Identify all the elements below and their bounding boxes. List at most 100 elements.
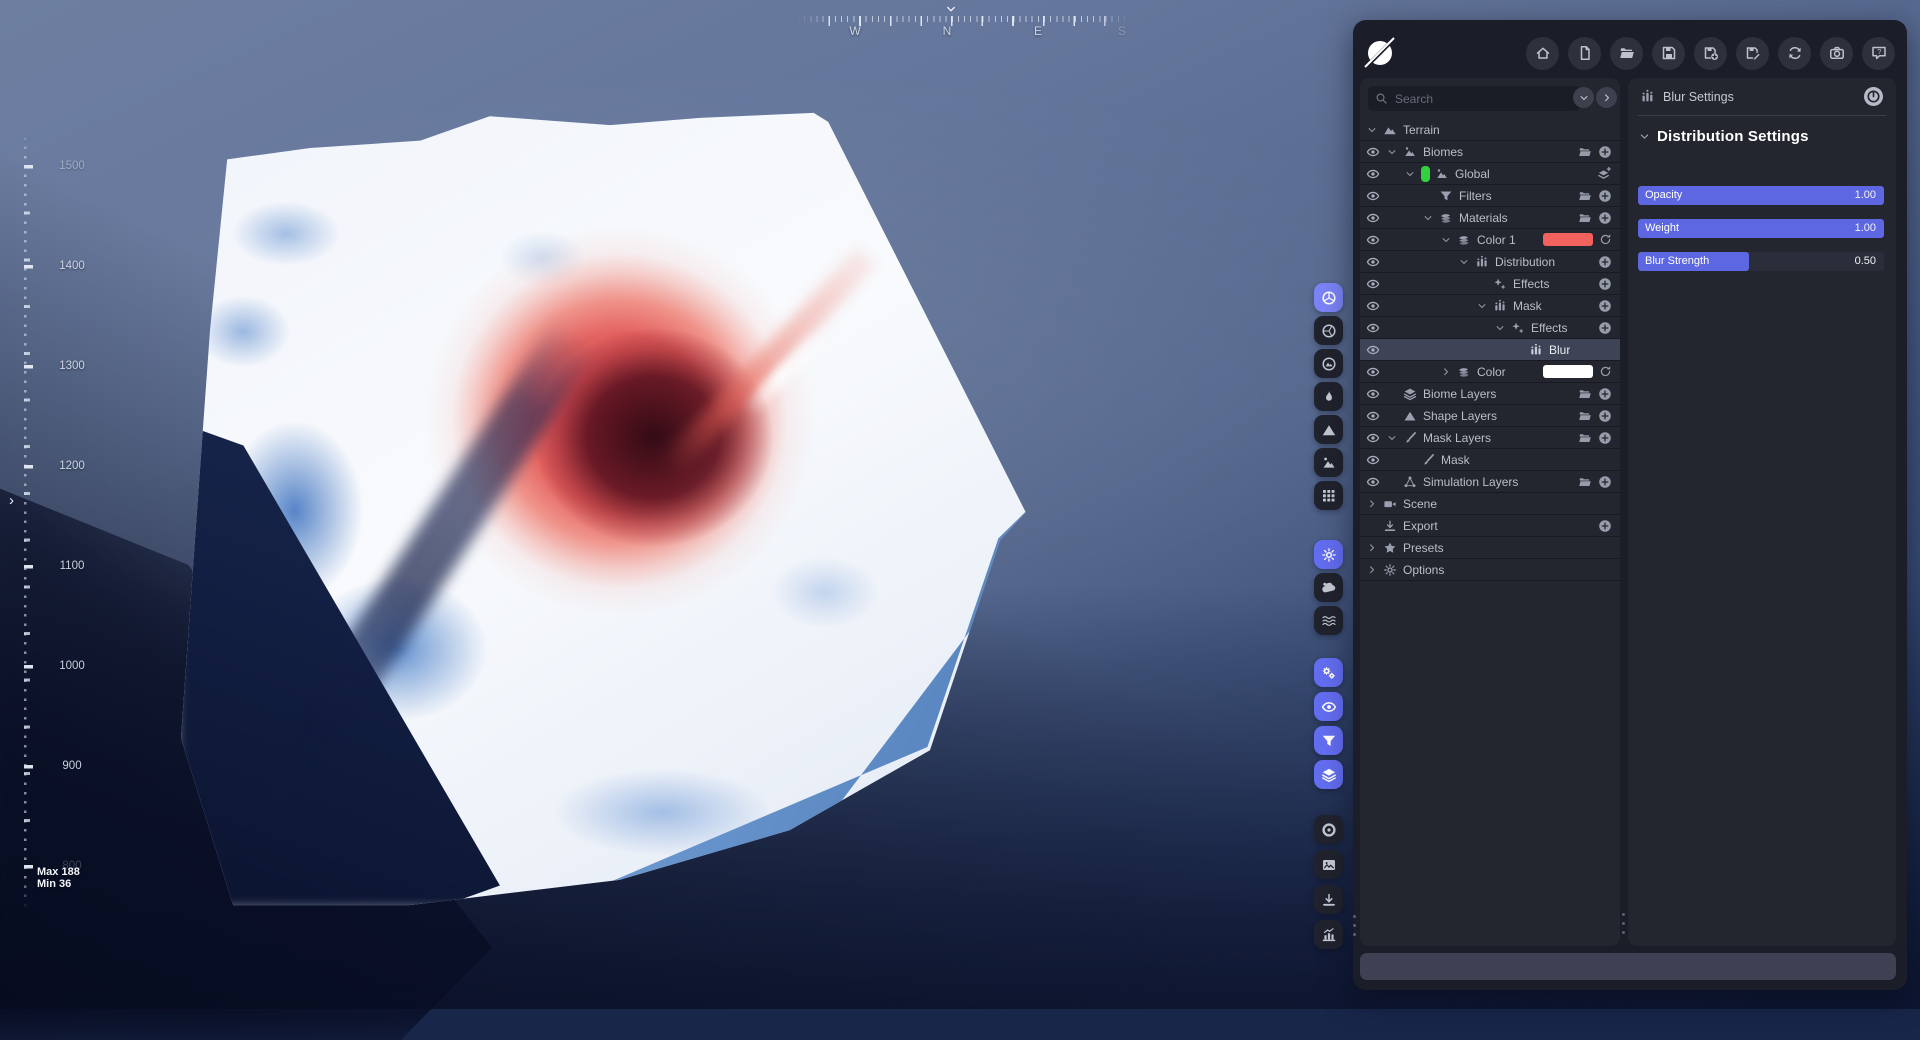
tree-item-scene[interactable]: Scene	[1360, 493, 1620, 515]
add-button[interactable]	[1598, 211, 1612, 225]
visibility-eye-icon[interactable]	[1366, 167, 1386, 181]
left-panel-expand-button[interactable]: ›	[9, 492, 14, 509]
side-tool-image-button[interactable]	[1314, 850, 1343, 879]
chevron-down-icon[interactable]	[1458, 256, 1475, 268]
side-tool-waves-button[interactable]	[1314, 606, 1343, 635]
open-folder-button[interactable]	[1610, 36, 1643, 70]
chevron-down-icon[interactable]	[1404, 168, 1421, 180]
help-button[interactable]: ?	[1862, 36, 1895, 70]
search-box[interactable]	[1368, 86, 1580, 111]
save-edit-button[interactable]	[1736, 36, 1769, 70]
add-button[interactable]	[1598, 255, 1612, 269]
color-swatch[interactable]	[1543, 233, 1593, 246]
add-button[interactable]	[1598, 431, 1612, 445]
visibility-eye-icon[interactable]	[1366, 189, 1386, 203]
folder-icon[interactable]	[1578, 387, 1592, 401]
folder-icon[interactable]	[1578, 409, 1592, 423]
visibility-eye-icon[interactable]	[1366, 277, 1386, 291]
visibility-eye-icon[interactable]	[1366, 321, 1386, 335]
tree-item-materials[interactable]: Materials	[1360, 207, 1620, 229]
side-tool-globe-button[interactable]	[1314, 349, 1343, 378]
save-button[interactable]	[1652, 36, 1685, 70]
save-as-button[interactable]	[1694, 36, 1727, 70]
visibility-eye-icon[interactable]	[1366, 233, 1386, 247]
visibility-eye-icon[interactable]	[1366, 387, 1386, 401]
chevron-down-icon[interactable]	[1440, 234, 1457, 246]
side-tool-layers-button[interactable]	[1314, 760, 1343, 789]
folder-icon[interactable]	[1578, 189, 1592, 203]
visibility-eye-icon[interactable]	[1366, 299, 1386, 313]
side-tool-funnel-button[interactable]	[1314, 726, 1343, 755]
chevron-right-icon[interactable]	[1440, 366, 1457, 378]
power-toggle-button[interactable]	[1863, 86, 1884, 107]
visibility-eye-icon[interactable]	[1366, 475, 1386, 489]
visibility-eye-icon[interactable]	[1366, 343, 1386, 357]
slider-weight[interactable]: Weight 1.00	[1638, 219, 1884, 238]
search-input[interactable]	[1393, 90, 1573, 107]
collapse-all-button[interactable]	[1596, 87, 1617, 108]
tree-item-color-1[interactable]: Color 1	[1360, 229, 1620, 251]
chevron-down-icon[interactable]	[1422, 212, 1439, 224]
side-tool-sphere-button[interactable]	[1314, 316, 1343, 345]
refresh-icon[interactable]	[1599, 233, 1612, 246]
tree-item-biome-layers[interactable]: Biome Layers	[1360, 383, 1620, 405]
add-button[interactable]	[1598, 387, 1612, 401]
side-tool-shape-button[interactable]	[1314, 415, 1343, 444]
add-button[interactable]	[1598, 189, 1612, 203]
visibility-eye-icon[interactable]	[1366, 365, 1386, 379]
subpanel-divider-handle[interactable]	[1622, 913, 1625, 934]
tree-item-export[interactable]: Export	[1360, 515, 1620, 537]
tree-item-filters[interactable]: Filters	[1360, 185, 1620, 207]
visibility-eye-icon[interactable]	[1366, 145, 1386, 159]
tree-item-mask[interactable]: Mask	[1360, 295, 1620, 317]
side-tool-cloud-button[interactable]	[1314, 573, 1343, 602]
side-tool-gears-button[interactable]	[1314, 658, 1343, 687]
side-tool-gear-button[interactable]	[1314, 540, 1343, 569]
slider-opacity[interactable]: Opacity 1.00	[1638, 186, 1884, 205]
layers-add-icon[interactable]	[1597, 166, 1612, 181]
tree-item-mask-layers[interactable]: Mask Layers	[1360, 427, 1620, 449]
side-tool-biome-button[interactable]	[1314, 448, 1343, 477]
tree-item-effects[interactable]: Effects	[1360, 273, 1620, 295]
camera-button[interactable]	[1820, 36, 1853, 70]
side-tool-grid-button[interactable]	[1314, 481, 1343, 510]
folder-icon[interactable]	[1578, 211, 1592, 225]
chevron-down-icon[interactable]	[1494, 322, 1511, 334]
chevron-down-icon[interactable]	[1366, 124, 1383, 136]
folder-icon[interactable]	[1578, 145, 1592, 159]
color-swatch[interactable]	[1543, 365, 1593, 378]
tree-item-simulation-layers[interactable]: Simulation Layers	[1360, 471, 1620, 493]
side-tool-stats-button[interactable]	[1314, 920, 1343, 949]
sync-button[interactable]	[1778, 36, 1811, 70]
slider-blur-strength[interactable]: Blur Strength 0.50	[1638, 252, 1884, 271]
refresh-icon[interactable]	[1599, 365, 1612, 378]
folder-icon[interactable]	[1578, 431, 1592, 445]
chevron-right-icon[interactable]	[1366, 542, 1383, 554]
visibility-eye-icon[interactable]	[1366, 453, 1386, 467]
add-button[interactable]	[1598, 409, 1612, 423]
visibility-eye-icon[interactable]	[1366, 211, 1386, 225]
tree-item-mask[interactable]: Mask	[1360, 449, 1620, 471]
tree-item-presets[interactable]: Presets	[1360, 537, 1620, 559]
add-button[interactable]	[1598, 321, 1612, 335]
side-tool-record-button[interactable]	[1314, 815, 1343, 844]
new-file-button[interactable]	[1568, 36, 1601, 70]
visibility-eye-icon[interactable]	[1366, 409, 1386, 423]
side-tool-flame-button[interactable]	[1314, 382, 1343, 411]
add-button[interactable]	[1598, 145, 1612, 159]
section-header-distribution-settings[interactable]: Distribution Settings	[1638, 128, 1809, 145]
tree-item-global[interactable]: Global	[1360, 163, 1620, 185]
compass-bar[interactable]: WNES	[798, 0, 1130, 46]
side-tool-download-button[interactable]	[1314, 885, 1343, 914]
side-tool-eye-button[interactable]	[1314, 692, 1343, 721]
chevron-down-icon[interactable]	[1476, 300, 1493, 312]
chevron-down-icon[interactable]	[1386, 432, 1403, 444]
tree-item-effects[interactable]: Effects	[1360, 317, 1620, 339]
tree-item-shape-layers[interactable]: Shape Layers	[1360, 405, 1620, 427]
side-tool-orbit-button[interactable]	[1314, 283, 1343, 312]
visibility-eye-icon[interactable]	[1366, 255, 1386, 269]
home-button[interactable]	[1526, 36, 1559, 70]
tree-item-blur[interactable]: Blur	[1360, 339, 1620, 361]
panel-resize-handle[interactable]	[1353, 915, 1356, 936]
chevron-right-icon[interactable]	[1366, 498, 1383, 510]
